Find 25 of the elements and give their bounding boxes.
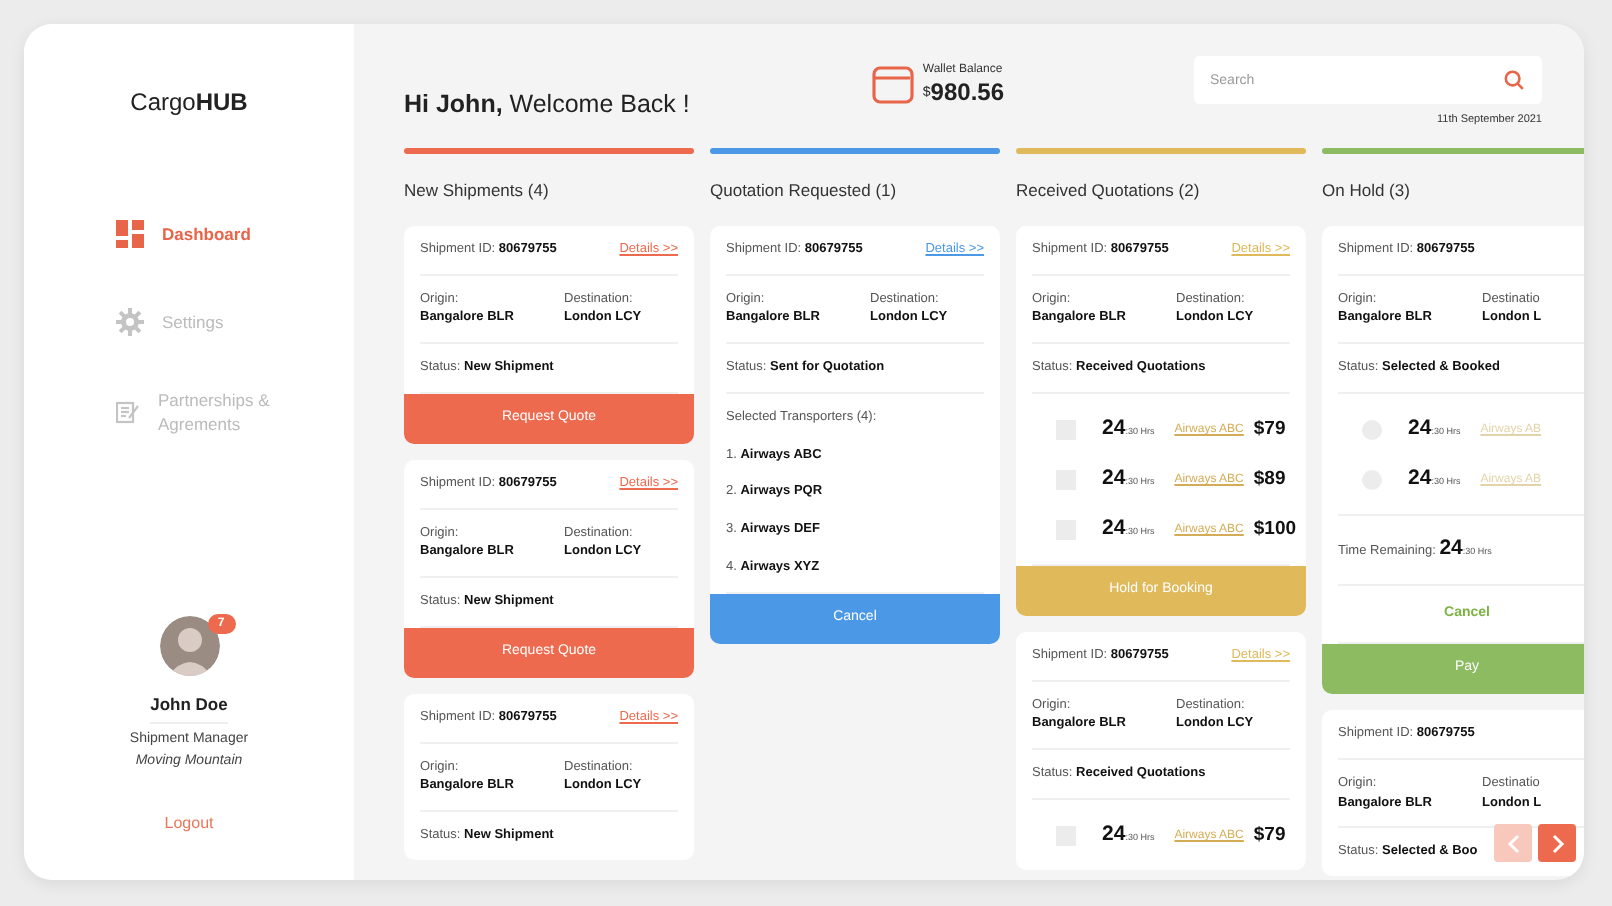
column-title: Quotation Requested (1) — [710, 178, 899, 204]
sidebar-nav-item[interactable]: Settings — [24, 308, 354, 336]
sidebar-nav-item[interactable]: Partnerships & Agrements — [24, 388, 354, 438]
column-title: New Shipments (4) — [404, 178, 551, 204]
price-text: $89 — [1253, 466, 1286, 495]
sidebar-nav-item[interactable]: Dashboard — [24, 220, 354, 248]
price-text: $79 — [1253, 822, 1286, 851]
search-icon — [1504, 70, 1524, 90]
chevron-left-icon — [1505, 833, 1521, 853]
gear-icon — [116, 308, 144, 336]
wallet-icon — [872, 62, 915, 104]
document-pen-icon — [116, 400, 140, 425]
next-button[interactable] — [1538, 824, 1576, 862]
dashboard-icon — [116, 220, 144, 248]
app-logo: CargoHUB — [128, 86, 250, 120]
price-text: $79 — [1253, 416, 1286, 445]
price-text: $100 — [1253, 516, 1297, 545]
avatar — [159, 616, 219, 677]
chevron-right-icon — [1549, 833, 1565, 853]
user-name: John Doe — [150, 692, 228, 724]
column-title: Received Quotations (2) — [1016, 178, 1202, 204]
logout-button[interactable]: Logout — [164, 812, 214, 836]
greeting-text: Hi John, Welcome Back ! — [404, 88, 690, 122]
wallet-amount: 980.56 — [930, 80, 1004, 104]
column-title: On Hold (3) — [1322, 178, 1412, 204]
